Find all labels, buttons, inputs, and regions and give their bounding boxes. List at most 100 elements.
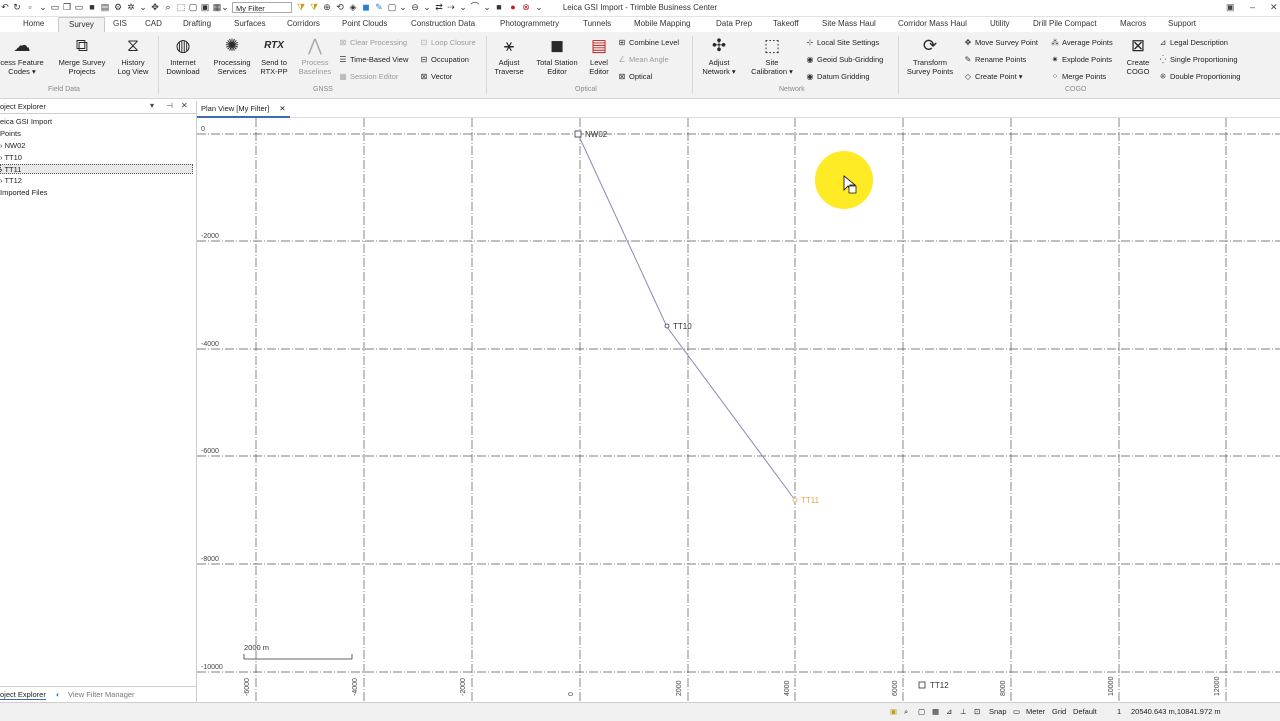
tab-mobile-mapping[interactable]: Mobile Mapping xyxy=(634,19,690,28)
select-icon[interactable]: ▢ xyxy=(918,707,925,716)
snap-toggle-icon[interactable]: ▣ xyxy=(890,707,897,716)
adjust-network-button[interactable]: ✣ Adjust Network ▾ xyxy=(697,36,741,76)
tab-macros[interactable]: Macros xyxy=(1120,19,1146,28)
grid-icon[interactable]: ▦ xyxy=(932,707,939,716)
tab-corridor-mass-haul[interactable]: Corridor Mass Haul xyxy=(898,19,967,28)
pin-icon[interactable]: ⊣ xyxy=(166,101,173,110)
send-to-rtx-pp-button[interactable]: RTX Send to RTX-PP xyxy=(257,36,291,76)
close-tab-icon[interactable]: ✕ xyxy=(279,104,285,113)
tab-gis[interactable]: GIS xyxy=(113,19,127,28)
double-proportioning-button[interactable]: ⁜ Double Proportioning xyxy=(1158,72,1241,81)
average-points-button[interactable]: ⁂ Average Points xyxy=(1050,38,1113,47)
project-explorer-header: oject Explorer ▾ ⊣ ✕ xyxy=(0,101,196,114)
tree-item-nw02[interactable]: › NW02 xyxy=(0,141,25,150)
clear-processing-button[interactable]: ⊠ Clear Processing xyxy=(338,38,407,47)
tab-construction-data[interactable]: Construction Data xyxy=(411,19,475,28)
node-icon[interactable]: ⊡ xyxy=(974,707,980,716)
session-editor-button[interactable]: ▦ Session Editor xyxy=(338,72,398,81)
single-prop-icon: ⁛ xyxy=(1159,55,1167,64)
network-icon: ✣ xyxy=(711,36,727,55)
total-station-icon: ◼ xyxy=(549,36,565,55)
tab-cad[interactable]: CAD xyxy=(145,19,162,28)
single-proportioning-button[interactable]: ⁛ Single Proportioning xyxy=(1158,55,1238,64)
point-marker-tt10[interactable] xyxy=(664,323,670,329)
time-based-view-button[interactable]: ☰ Time-Based View xyxy=(338,55,408,64)
tree-item-tt10[interactable]: › TT10 xyxy=(0,153,22,162)
explode-points-button[interactable]: ✷ Explode Points xyxy=(1050,55,1112,64)
total-station-editor-button[interactable]: ◼ Total Station Editor xyxy=(531,36,583,76)
tab-data-prep[interactable]: Data Prep xyxy=(716,19,752,28)
tab-support[interactable]: Support xyxy=(1168,19,1196,28)
perpendicular-icon[interactable]: ⊥ xyxy=(960,707,967,716)
tree-item-points[interactable]: Points xyxy=(0,129,21,138)
tab-project-explorer[interactable]: oject Explorer xyxy=(0,690,46,700)
tree-item-project[interactable]: eica GSI Import xyxy=(0,117,52,126)
merge-survey-projects-button[interactable]: ⧉ Merge Survey Projects xyxy=(55,36,109,76)
group-label-optical: Optical xyxy=(575,86,597,93)
create-cogo-button[interactable]: ⊠ Create COGO xyxy=(1123,36,1153,76)
tree-item-tt12[interactable]: › TT12 xyxy=(0,176,22,185)
tab-tunnels[interactable]: Tunnels xyxy=(583,19,611,28)
processing-services-button[interactable]: ✺ Processing Services xyxy=(209,36,255,76)
site-calibration-button[interactable]: ⬚ Site Calibration ▾ xyxy=(746,36,798,76)
point-marker-tt12[interactable] xyxy=(918,681,926,689)
transform-icon: ⟳ xyxy=(922,36,938,55)
tree-item-tt11[interactable]: › TT11 xyxy=(0,165,21,174)
local-site-settings-button[interactable]: ⊹ Local Site Settings xyxy=(805,38,879,47)
tab-takeoff[interactable]: Takeoff xyxy=(773,19,799,28)
tab-view-filter-manager[interactable]: View Filter Manager xyxy=(68,690,135,699)
tab-home[interactable]: Home xyxy=(23,19,44,28)
tab-survey[interactable]: Survey xyxy=(58,17,105,33)
create-point-button[interactable]: ◇ Create Point ▾ xyxy=(963,72,1023,81)
tab-point-clouds[interactable]: Point Clouds xyxy=(342,19,387,28)
datum-gridding-button[interactable]: ◉ Datum Gridding xyxy=(805,72,870,81)
combine-level-button[interactable]: ⊞ Combine Level xyxy=(617,38,679,47)
vector-button[interactable]: ⊠ Vector xyxy=(419,72,453,81)
tab-plan-view[interactable]: Plan View [My Filter] ✕ xyxy=(197,103,290,118)
close-icon[interactable]: ✕ xyxy=(181,101,188,110)
zoom-icon[interactable]: ⌕ xyxy=(904,707,908,717)
default-label[interactable]: Default xyxy=(1073,707,1097,716)
plan-view-canvas[interactable]: 0 -2000 -4000 -6000 -8000 -10000 -6000 -4000 -2… xyxy=(197,118,1280,702)
point-marker-nw02[interactable] xyxy=(574,130,582,138)
tab-surfaces[interactable]: Surfaces xyxy=(234,19,266,28)
occupation-button[interactable]: ⊟ Occupation xyxy=(419,55,469,64)
optical-button[interactable]: ⊠ Optical xyxy=(617,72,653,81)
units-label[interactable]: Meter xyxy=(1026,707,1045,716)
minimize-icon[interactable]: – xyxy=(1250,2,1255,12)
tab-drill-pile-compact[interactable]: Drill Pile Compact xyxy=(1033,19,1097,28)
adjust-traverse-button[interactable]: ⚹ Adjust Traverse xyxy=(490,36,528,76)
loop-closure-button[interactable]: ⊡ Loop Closure xyxy=(419,38,476,47)
level-editor-button[interactable]: ▤ Level Editor xyxy=(586,36,612,76)
tab-utility[interactable]: Utility xyxy=(990,19,1010,28)
restore-icon[interactable]: ▣ xyxy=(1226,2,1235,13)
tab-corridors[interactable]: Corridors xyxy=(287,19,320,28)
legal-description-button[interactable]: ⊿ Legal Description xyxy=(1158,38,1228,47)
tab-photogrammetry[interactable]: Photogrammetry xyxy=(500,19,559,28)
mean-angle-button[interactable]: ∠ Mean Angle xyxy=(617,55,668,64)
point-marker-tt11[interactable] xyxy=(792,497,798,503)
process-baselines-button[interactable]: ⋀ Process Baselines xyxy=(296,36,334,76)
process-feature-codes-button[interactable]: ☁ cess Feature Codes ▾ xyxy=(0,36,44,76)
x-axis-label: -2000 xyxy=(460,678,467,696)
double-prop-icon: ⁜ xyxy=(1159,72,1167,81)
ribbon-separator xyxy=(692,36,693,94)
angle-icon[interactable]: ⊿ xyxy=(946,707,952,716)
tree-item-imported-files[interactable]: Imported Files xyxy=(0,188,48,197)
point-label-tt10: TT10 xyxy=(673,322,692,331)
merge-points-button[interactable]: ⁘ Merge Points xyxy=(1050,72,1107,81)
rename-points-button[interactable]: ✎ Rename Points xyxy=(963,55,1027,64)
grid-label[interactable]: Grid xyxy=(1052,707,1066,716)
y-axis-label: -8000 xyxy=(201,556,219,563)
move-survey-point-button[interactable]: ✥ Move Survey Point xyxy=(963,38,1038,47)
tab-drafting[interactable]: Drafting xyxy=(183,19,211,28)
internet-download-button[interactable]: ◍ Internet Download xyxy=(163,36,203,76)
geoid-sub-gridding-button[interactable]: ◉ Geoid Sub-Gridding xyxy=(805,55,884,64)
dropdown-icon[interactable]: ▾ xyxy=(150,101,154,110)
snap-label[interactable]: Snap xyxy=(989,707,1007,716)
close-icon[interactable]: ✕ xyxy=(1270,2,1278,13)
tab-site-mass-haul[interactable]: Site Mass Haul xyxy=(822,19,876,28)
history-log-view-button[interactable]: ⧖ History Log View xyxy=(113,36,153,76)
x-axis-labels: -6000 -4000 -2000 0 2000 4000 6000 8000 10000 120… xyxy=(244,676,1221,696)
transform-survey-points-button[interactable]: ⟳ Transform Survey Points xyxy=(903,36,957,76)
